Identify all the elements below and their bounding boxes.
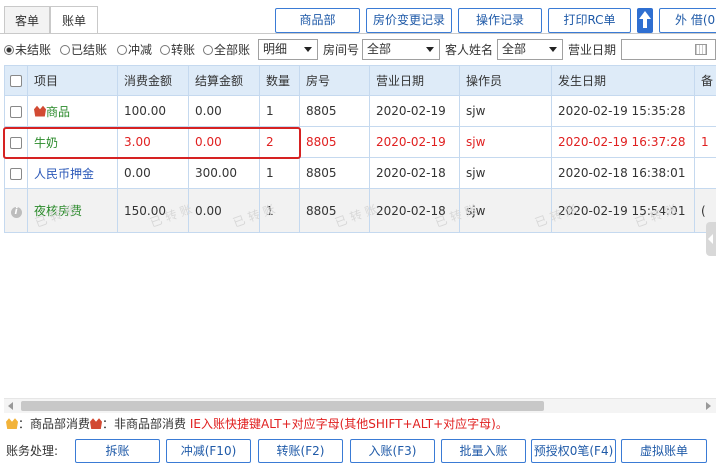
cell: 8805 — [299, 126, 370, 158]
column-header: 营业日期 — [369, 65, 460, 96]
row-checkbox[interactable] — [10, 105, 22, 118]
horizontal-scrollbar[interactable] — [4, 398, 716, 413]
chevron-down-icon — [549, 47, 557, 52]
column-header: 房号 — [299, 65, 370, 96]
room-select[interactable]: 全部 — [362, 39, 440, 60]
collapse-panel-handle[interactable] — [706, 222, 716, 256]
cell: sjw — [459, 126, 552, 158]
radio-settled[interactable]: 已结账 — [60, 42, 107, 58]
guest-name-label: 客人姓名 — [445, 43, 494, 57]
cell: sjw — [459, 188, 552, 233]
cell: 2020-02-19 15:35:28 — [551, 95, 695, 127]
business-date-label: 营业日期 — [568, 43, 617, 57]
tab-guest-order[interactable]: 客单 — [4, 6, 50, 34]
cell: 8805 — [299, 188, 370, 233]
external-borrow-button[interactable]: 外 借(0 — [659, 8, 716, 33]
account-actions-bar: 账务处理: 拆账 冲减(F10) 转账(F2) 入账(F3) 批量入账 预授权0… — [0, 439, 716, 463]
column-header: 操作员 — [459, 65, 552, 96]
scrollbar-thumb[interactable] — [21, 401, 544, 411]
row-checkbox[interactable] — [10, 167, 22, 180]
chevron-down-icon — [426, 47, 434, 52]
item-name: 人民币押金 — [27, 157, 118, 189]
product-dept-icon — [6, 418, 18, 429]
cell: 0.00 — [188, 188, 260, 233]
virtual-bill-button[interactable]: 虚拟账单 — [621, 439, 707, 463]
radio-transfer[interactable]: 转账 — [160, 42, 195, 58]
highlight-box — [3, 127, 301, 159]
post-entry-button[interactable]: 入账(F3) — [350, 439, 435, 463]
tab-bar: 客单 账单 — [0, 6, 270, 34]
cell: 0.00 — [117, 157, 189, 189]
split-bill-button[interactable]: 拆账 — [75, 439, 160, 463]
cell: 8805 — [299, 157, 370, 189]
cell: 2020-02-18 — [369, 157, 460, 189]
arrow-up-icon[interactable] — [637, 8, 653, 33]
scroll-right-icon[interactable] — [701, 399, 716, 414]
tab-divider — [0, 33, 716, 34]
cell: 1 — [259, 188, 300, 233]
cell — [694, 95, 716, 127]
scroll-left-icon[interactable] — [4, 399, 19, 414]
column-header: 消费金额 — [117, 65, 189, 96]
table-row[interactable]: 商品 100.00 0.00 1 8805 2020-02-19 sjw 202… — [4, 95, 716, 127]
cell: 2020-02-18 — [369, 188, 460, 233]
transfer-button[interactable]: 转账(F2) — [258, 439, 343, 463]
account-actions-label: 账务处理: — [6, 444, 59, 458]
calendar-icon[interactable] — [695, 44, 707, 55]
batch-post-button[interactable]: 批量入账 — [441, 439, 526, 463]
cell: 1 — [259, 95, 300, 127]
item-name: 夜核房费 — [27, 188, 118, 233]
item-name: 商品 — [46, 104, 71, 119]
rate-change-log-button[interactable]: 房价变更记录 — [366, 8, 452, 33]
legend-non-product: ：非商品部消费 — [102, 417, 187, 431]
cell: 2020-02-19 15:54:01 — [551, 188, 695, 233]
product-dept-icon — [34, 105, 46, 117]
cell: 8805 — [299, 95, 370, 127]
print-rc-button[interactable]: 打印RC单 — [548, 8, 631, 33]
legend: ：商品部消费 ：非商品部消费 IE入账快捷键ALT+对应字母(其他SHIFT+AL… — [6, 416, 508, 432]
column-header: 发生日期 — [551, 65, 695, 96]
cell — [694, 157, 716, 189]
chevron-down-icon — [304, 47, 312, 52]
offset-button[interactable]: 冲减(F10) — [166, 439, 251, 463]
table-header: 项目 消费金额 结算金额 数量 房号 营业日期 操作员 发生日期 备 — [4, 65, 716, 96]
radio-all[interactable]: 全部账 — [203, 42, 250, 58]
column-header: 结算金额 — [188, 65, 260, 96]
radio-unsettled[interactable]: 未结账 — [4, 42, 51, 58]
select-all-checkbox[interactable] — [4, 65, 28, 96]
room-label: 房间号 — [323, 43, 360, 57]
cell: 0.00 — [188, 95, 260, 127]
cell: 2020-02-19 — [369, 95, 460, 127]
non-product-dept-icon — [90, 418, 103, 429]
cell: 2020-02-19 — [369, 126, 460, 158]
guest-select[interactable]: 全部 — [497, 39, 563, 60]
cell: 1 — [694, 126, 716, 158]
products-dept-button[interactable]: 商品部 — [275, 8, 360, 33]
legend-product: ：商品部消费 — [18, 417, 91, 431]
detail-select[interactable]: 明细 — [258, 39, 318, 60]
cell: 300.00 — [188, 157, 260, 189]
cell: sjw — [459, 95, 552, 127]
column-header: 备 — [694, 65, 716, 96]
cell: sjw — [459, 157, 552, 189]
column-header: 数量 — [259, 65, 300, 96]
cell: 150.00 — [117, 188, 189, 233]
cell: 2020-02-18 16:38:01 — [551, 157, 695, 189]
column-header: 项目 — [27, 65, 118, 96]
cell: 1 — [259, 157, 300, 189]
cell: 100.00 — [117, 95, 189, 127]
filter-bar: 未结账 已结账 冲减 转账 全部账 明细 房间号 全部 客人姓名 全部 营业日期 — [0, 38, 716, 62]
table-row[interactable]: 人民币押金 0.00 300.00 1 8805 2020-02-18 sjw … — [4, 157, 716, 189]
radio-offset[interactable]: 冲减 — [117, 42, 152, 58]
info-icon[interactable]: i — [10, 207, 22, 218]
cell: 2020-02-19 16:37:28 — [551, 126, 695, 158]
tab-bill[interactable]: 账单 — [50, 6, 98, 34]
operation-log-button[interactable]: 操作记录 — [458, 8, 542, 33]
shortcut-hint: IE入账快捷键ALT+对应字母(其他SHIFT+ALT+对应字母)。 — [189, 417, 508, 431]
table-row[interactable]: i 夜核房费 150.00 0.00 1 8805 2020-02-18 sjw… — [4, 188, 716, 233]
pre-authorization-button[interactable]: 预授权0笔(F4) — [531, 439, 616, 463]
business-date-input[interactable] — [621, 39, 716, 60]
